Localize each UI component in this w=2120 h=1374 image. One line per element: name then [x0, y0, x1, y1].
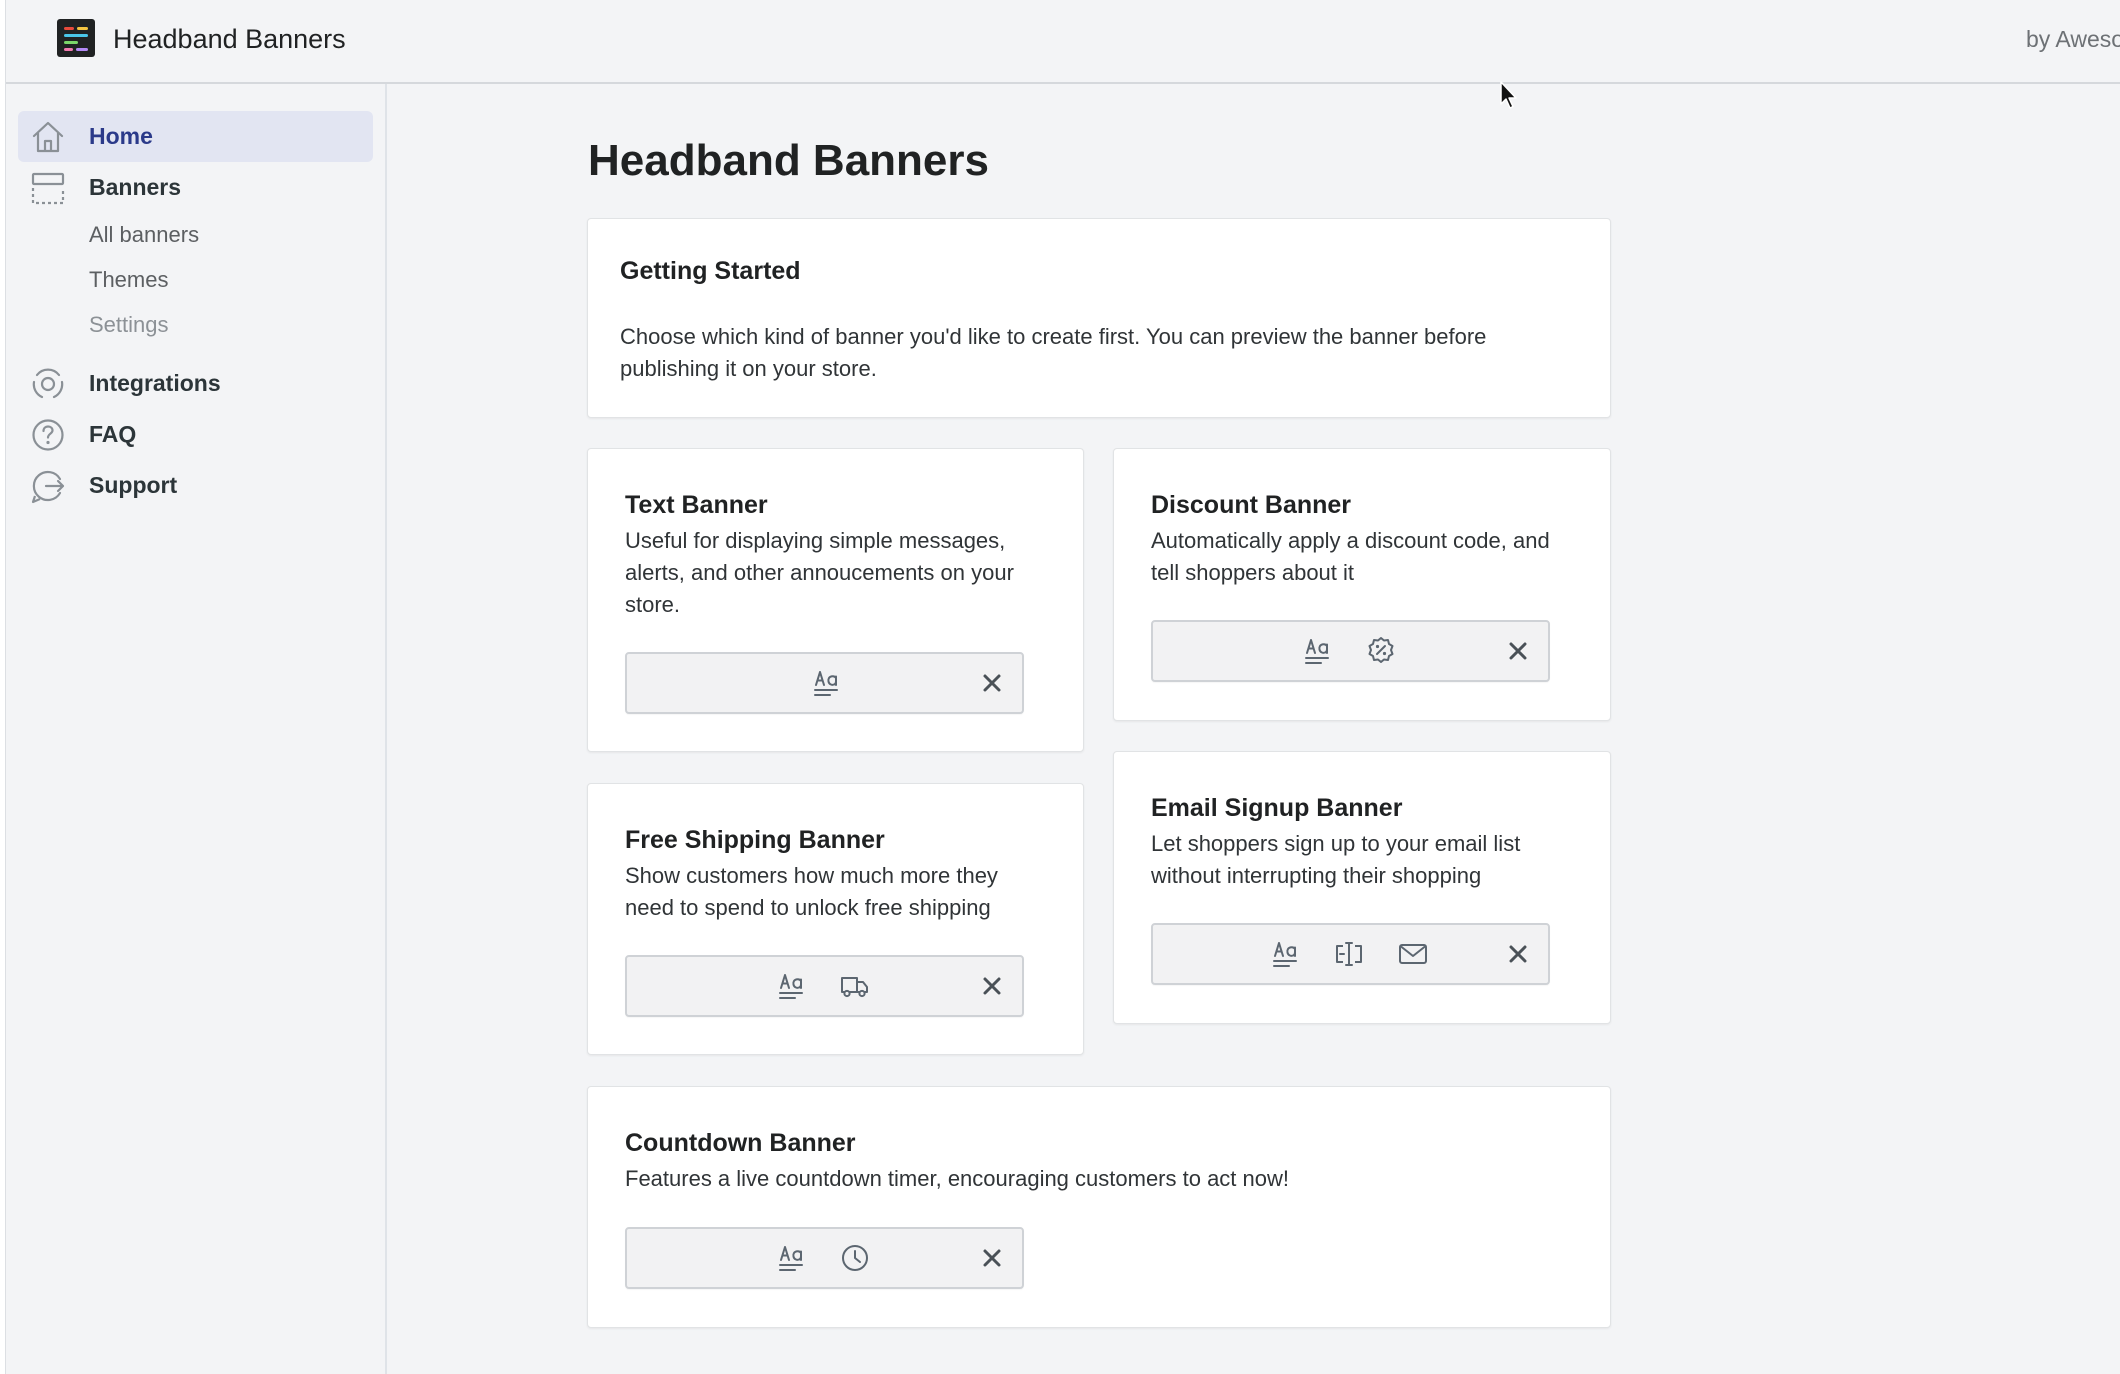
- close-icon: [1509, 945, 1527, 963]
- card-title: Free Shipping Banner: [625, 826, 885, 854]
- text-format-icon: [1273, 942, 1297, 967]
- sidebar-item-label: Home: [89, 123, 153, 149]
- sidebar-item-label: Integrations: [89, 370, 221, 396]
- close-icon: [983, 674, 1001, 692]
- card-description-line: Automatically apply a discount code, and: [1151, 528, 1550, 553]
- app-title: Headband Banners: [113, 24, 346, 54]
- card-description-line: Show customers how much more they: [625, 863, 998, 888]
- discount-banner-card[interactable]: Discount Banner Automatically apply a di…: [1113, 448, 1611, 721]
- page-title: Headband Banners: [588, 136, 989, 185]
- app-byline[interactable]: by Aweso: [2026, 26, 2120, 53]
- card-title: Email Signup Banner: [1151, 794, 1403, 822]
- card-description-line: store.: [625, 592, 681, 617]
- getting-started-text-line-1: Choose which kind of banner you'd like t…: [620, 324, 1487, 349]
- question-circle-icon: [32, 419, 64, 451]
- text-format-icon: [779, 974, 803, 999]
- text-format-icon: [1305, 639, 1329, 664]
- text-format-icon: [814, 671, 838, 696]
- sidebar-item-integrations[interactable]: Integrations: [18, 358, 373, 409]
- card-description-line: Let shoppers sign up to your email list: [1151, 831, 1521, 856]
- card-description-line: need to spend to unlock free shipping: [625, 895, 991, 920]
- sidebar-subitem-settings[interactable]: Settings: [89, 312, 169, 338]
- card-description-line: without interrupting their shopping: [1151, 863, 1482, 888]
- home-icon: [32, 121, 64, 153]
- email-signup-banner-card[interactable]: Email Signup Banner Let shoppers sign up…: [1113, 751, 1611, 1024]
- sidebar: Home Banners All banners Themes Settings…: [6, 84, 387, 1374]
- close-icon: [983, 1249, 1001, 1267]
- mouse-cursor-icon: [1500, 81, 1517, 109]
- chat-support-icon: [31, 470, 65, 504]
- text-banner-card[interactable]: Text Banner Useful for displaying simple…: [587, 448, 1084, 752]
- card-title: Discount Banner: [1151, 491, 1352, 519]
- text-cursor-field-icon: [1336, 942, 1362, 966]
- colorful-lines-logo-icon: [57, 19, 95, 57]
- text-format-icon: [779, 1246, 803, 1271]
- close-icon: [983, 977, 1001, 995]
- card-description-line: tell shoppers about it: [1151, 560, 1355, 585]
- truck-icon: [841, 977, 868, 998]
- card-description-line: Features a live countdown timer, encoura…: [625, 1166, 1290, 1191]
- countdown-banner-preview[interactable]: [625, 1227, 1024, 1289]
- close-icon: [1509, 642, 1527, 660]
- sidebar-item-label: FAQ: [89, 421, 137, 447]
- discount-banner-preview[interactable]: [1151, 620, 1550, 682]
- getting-started-text-line-2: publishing it on your store.: [620, 356, 877, 381]
- countdown-banner-card[interactable]: Countdown Banner Features a live countdo…: [587, 1086, 1611, 1328]
- sidebar-subitem-all-banners[interactable]: All banners: [89, 222, 199, 248]
- card-title: Countdown Banner: [625, 1129, 856, 1157]
- getting-started-title: Getting Started: [620, 257, 801, 285]
- app-header: Headband Banners by Aweso: [6, 0, 2120, 84]
- sidebar-subitem-themes[interactable]: Themes: [89, 267, 168, 293]
- card-description-line: alerts, and other annoucements on your: [625, 560, 1014, 585]
- card-description-line: Useful for displaying simple messages,: [625, 528, 1006, 553]
- card-title: Text Banner: [625, 491, 768, 519]
- sidebar-item-home[interactable]: Home: [18, 111, 373, 162]
- free-shipping-banner-card[interactable]: Free Shipping Banner Show customers how …: [587, 783, 1084, 1055]
- envelope-icon: [1399, 944, 1427, 964]
- free-shipping-banner-preview[interactable]: [625, 955, 1024, 1017]
- sidebar-item-banners[interactable]: Banners: [18, 162, 373, 213]
- sidebar-item-label: Banners: [89, 174, 182, 200]
- sidebar-item-support[interactable]: Support: [18, 460, 373, 511]
- getting-started-card: Getting Started Choose which kind of ban…: [587, 218, 1611, 418]
- discount-badge-icon: [1368, 637, 1394, 663]
- banner-layout-icon: [31, 172, 65, 205]
- integrations-icon: [32, 368, 64, 399]
- sidebar-item-label: Support: [89, 472, 178, 498]
- text-banner-preview[interactable]: [625, 652, 1024, 714]
- email-signup-banner-preview[interactable]: [1151, 923, 1550, 985]
- clock-icon: [842, 1245, 868, 1271]
- sidebar-item-faq[interactable]: FAQ: [18, 409, 373, 460]
